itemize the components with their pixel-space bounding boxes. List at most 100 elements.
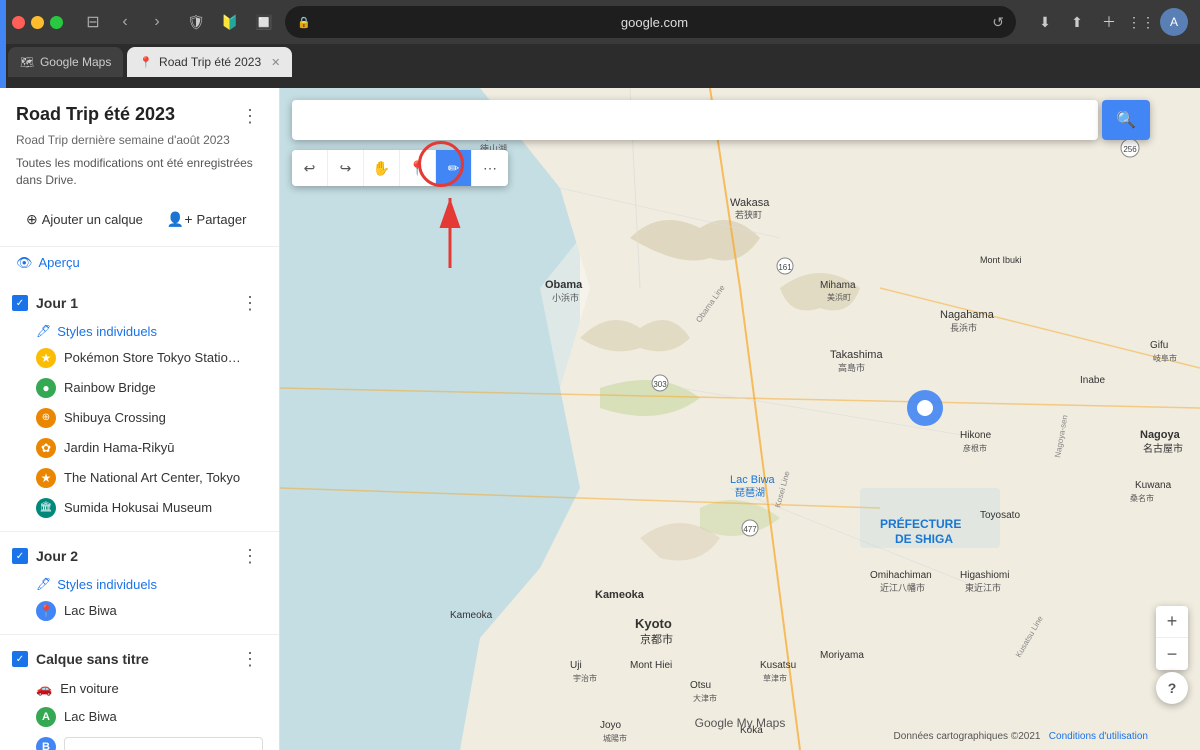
- calque-checkbox[interactable]: ✓: [12, 651, 28, 667]
- jour2-styles-link[interactable]: 🖊 Styles individuels: [0, 573, 279, 596]
- route-voiture[interactable]: 🚗 En voiture: [0, 676, 279, 702]
- checkmark-icon: ✓: [16, 298, 24, 309]
- help-btn[interactable]: ?: [1156, 672, 1188, 704]
- marker-btn[interactable]: 📍: [400, 150, 436, 186]
- shibuya-label: Shibuya Crossing: [64, 410, 166, 425]
- svg-text:美浜町: 美浜町: [827, 292, 851, 302]
- tab-road-trip[interactable]: 📍 Road Trip été 2023 ✕: [127, 47, 292, 77]
- share-browser-icon[interactable]: ⬆: [1064, 9, 1090, 35]
- main-content: Road Trip été 2023 ⋮ Road Trip dernière …: [0, 88, 1200, 750]
- svg-text:Kyoto: Kyoto: [635, 616, 672, 631]
- waypoint-b-input[interactable]: [64, 737, 263, 750]
- sidebar-menu-btn[interactable]: ⋮: [237, 104, 263, 129]
- svg-text:Inabe: Inabe: [1080, 375, 1105, 386]
- place-national-art[interactable]: ★ The National Art Center, Tokyo: [0, 463, 279, 493]
- checkmark-icon2: ✓: [16, 551, 24, 562]
- nav-forward-btn[interactable]: ›: [143, 8, 171, 36]
- undo-btn[interactable]: ↩: [292, 150, 328, 186]
- svg-text:京都市: 京都市: [640, 632, 673, 646]
- jour2-header: ✓ Jour 2 ⋮: [0, 540, 279, 573]
- window-close-btn[interactable]: [12, 16, 25, 29]
- more-btn[interactable]: ⋯: [472, 150, 508, 186]
- svg-text:宇治市: 宇治市: [573, 673, 597, 683]
- svg-text:Mont Hiei: Mont Hiei: [630, 660, 672, 671]
- svg-text:Otsu: Otsu: [690, 680, 711, 691]
- calque-header: ✓ Calque sans titre ⋮: [0, 643, 279, 676]
- window-minimize-btn[interactable]: [31, 16, 44, 29]
- map-search-input[interactable]: [292, 100, 1098, 140]
- nav-back-btn[interactable]: ‹: [111, 8, 139, 36]
- tab-google-maps-label: Google Maps: [40, 55, 111, 69]
- place-hama[interactable]: ✿ Jardin Hama-Rikyū: [0, 433, 279, 463]
- jour1-header: ✓ Jour 1 ⋮: [0, 287, 279, 320]
- browser-icons: 🛡 🔰 🔲: [183, 9, 277, 35]
- svg-text:Moriyama: Moriyama: [820, 650, 864, 661]
- jour1-styles-label: Styles individuels: [57, 324, 157, 339]
- map-attribution: Données cartographiques ©2021 Conditions…: [894, 731, 1148, 742]
- svg-text:Wakasa: Wakasa: [730, 197, 770, 209]
- sidebar: Road Trip été 2023 ⋮ Road Trip dernière …: [0, 88, 280, 750]
- reload-btn[interactable]: ↺: [992, 14, 1004, 31]
- shibuya-icon: ⊕: [36, 408, 56, 428]
- conditions-link[interactable]: Conditions d'utilisation: [1049, 731, 1148, 742]
- zoom-out-btn[interactable]: −: [1156, 638, 1188, 670]
- styles2-icon: 🖊: [36, 577, 51, 591]
- nav-sidebar-btn[interactable]: ⊟: [79, 8, 107, 36]
- new-tab-icon[interactable]: ＋: [1096, 9, 1122, 35]
- pokemon-icon: ★: [36, 348, 56, 368]
- hand-btn[interactable]: ✋: [364, 150, 400, 186]
- svg-text:彦根市: 彦根市: [963, 443, 987, 453]
- jour1-menu-btn[interactable]: ⋮: [237, 291, 263, 316]
- svg-text:近江八幡市: 近江八幡市: [880, 582, 925, 593]
- grid-icon[interactable]: ⋮⋮: [1128, 9, 1154, 35]
- window-maximize-btn[interactable]: [50, 16, 63, 29]
- extension-icon[interactable]: 🔲: [251, 9, 277, 35]
- place-pokemon[interactable]: ★ Pokémon Store Tokyo Statio…: [0, 343, 279, 373]
- jour2-menu-btn[interactable]: ⋮: [237, 544, 263, 569]
- calque-menu-btn[interactable]: ⋮: [237, 647, 263, 672]
- svg-text:Joyo: Joyo: [600, 720, 622, 731]
- add-layer-icon: ⊕: [26, 211, 38, 228]
- map-search-btn[interactable]: 🔍: [1102, 100, 1150, 140]
- jour2-checkbox[interactable]: ✓: [12, 548, 28, 564]
- privacy-icon[interactable]: 🔰: [217, 9, 243, 35]
- preview-link[interactable]: 👁 Aperçu: [0, 247, 279, 279]
- svg-text:桑名市: 桑名市: [1130, 493, 1154, 503]
- zoom-in-btn[interactable]: +: [1156, 606, 1188, 638]
- svg-text:Gifu: Gifu: [1150, 340, 1168, 351]
- place-shibuya[interactable]: ⊕ Shibuya Crossing: [0, 403, 279, 433]
- address-bar[interactable]: 🔒 google.com ↺: [285, 6, 1016, 38]
- styles-icon: 🖊: [36, 324, 51, 338]
- download-icon[interactable]: ⬇: [1032, 9, 1058, 35]
- place-sumida[interactable]: 🏛 Sumida Hokusai Museum: [0, 493, 279, 523]
- shield-icon[interactable]: 🛡: [183, 9, 209, 35]
- svg-text:Omihachiman: Omihachiman: [870, 570, 932, 581]
- address-text: google.com: [317, 15, 993, 30]
- share-btn[interactable]: 👤+ Partager: [157, 205, 256, 234]
- jour1-checkbox[interactable]: ✓: [12, 295, 28, 311]
- lac-biwa-j2-label: Lac Biwa: [64, 603, 117, 618]
- rainbow-bridge-label: Rainbow Bridge: [64, 380, 156, 395]
- map-toolbar: ↩ ↪ ✋ 📍 ✏ ⋯: [292, 150, 508, 186]
- svg-text:草津市: 草津市: [763, 673, 787, 683]
- tab-close-icon[interactable]: ✕: [271, 56, 280, 69]
- tab-bar: 🗺 Google Maps 📍 Road Trip été 2023 ✕: [0, 44, 1200, 80]
- svg-text:256: 256: [1123, 145, 1137, 154]
- highlight-btn[interactable]: ✏: [436, 150, 472, 186]
- attribution-text: Données cartographiques ©2021: [894, 731, 1041, 742]
- svg-text:Lac Biwa: Lac Biwa: [730, 474, 776, 486]
- map-area[interactable]: 303 161 477 256 Tokuyama Lake 徳山湖 Obama …: [280, 88, 1200, 750]
- place-rainbow-bridge[interactable]: ● Rainbow Bridge: [0, 373, 279, 403]
- redo-btn[interactable]: ↪: [328, 150, 364, 186]
- avatar[interactable]: A: [1160, 8, 1188, 36]
- sidebar-actions: ⊕ Ajouter un calque 👤+ Partager: [0, 197, 279, 247]
- calque-name: Calque sans titre: [36, 651, 149, 667]
- svg-text:Mont Ibuki: Mont Ibuki: [980, 255, 1022, 265]
- tab-google-maps[interactable]: 🗺 Google Maps: [8, 47, 123, 77]
- jour1-styles-link[interactable]: 🖊 Styles individuels: [0, 320, 279, 343]
- waypoint-a-item[interactable]: A Lac Biwa: [0, 702, 279, 732]
- svg-text:Higashiomi: Higashiomi: [960, 570, 1009, 581]
- svg-text:Kameoka: Kameoka: [595, 589, 645, 601]
- add-layer-btn[interactable]: ⊕ Ajouter un calque: [16, 205, 153, 234]
- place-lac-biwa-jour2[interactable]: 📍 Lac Biwa: [0, 596, 279, 626]
